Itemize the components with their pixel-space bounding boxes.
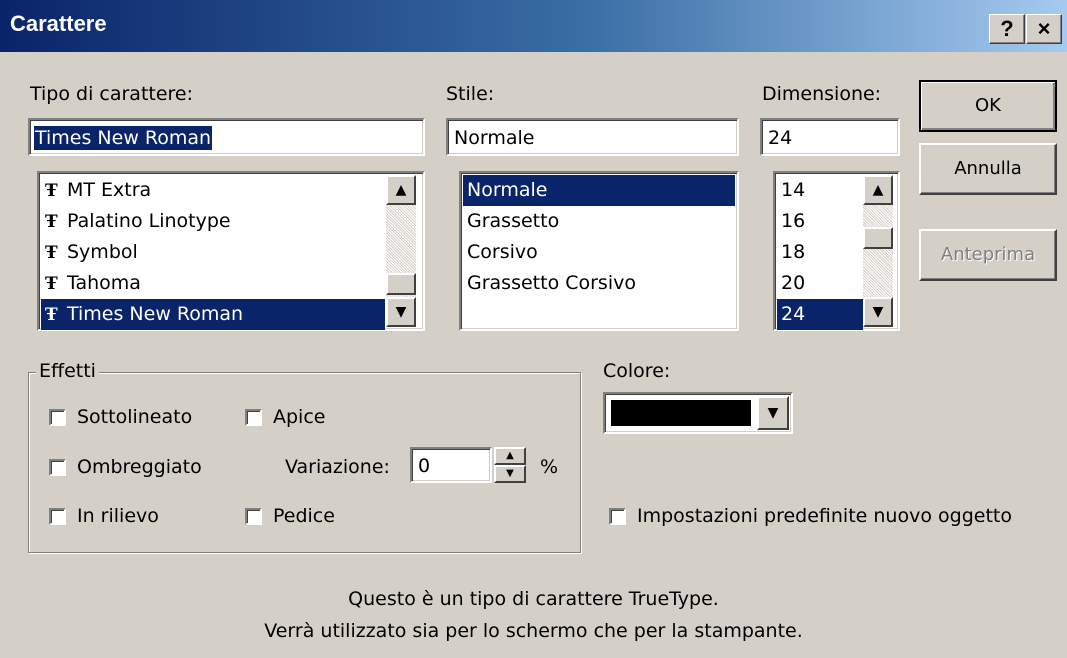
scroll-thumb[interactable] bbox=[386, 273, 416, 295]
underline-checkbox[interactable] bbox=[49, 409, 66, 426]
font-list[interactable]: Ŧ MT Extra Ŧ Palatino Linotype Ŧ Symbol Ŧ Ta… bbox=[37, 171, 425, 331]
style-list-item[interactable]: Grassetto bbox=[463, 206, 735, 237]
info-line-1: Questo è un tipo di carattere TrueType. bbox=[348, 588, 719, 610]
scroll-up-button[interactable]: ▲ bbox=[863, 175, 893, 205]
style-list-item-selected[interactable]: Normale bbox=[463, 175, 735, 206]
font-list-item[interactable]: Ŧ Tahoma bbox=[41, 268, 385, 299]
arrow-up-icon: ▲ bbox=[395, 182, 407, 198]
shadow-checkbox[interactable] bbox=[49, 459, 66, 476]
arrow-down-icon: ▼ bbox=[506, 468, 514, 479]
spin-down-button[interactable]: ▼ bbox=[494, 465, 526, 483]
offset-input[interactable]: 0 bbox=[410, 447, 492, 483]
arrow-up-icon: ▲ bbox=[506, 450, 514, 461]
truetype-icon: Ŧ bbox=[45, 305, 58, 325]
style-label: Stile: bbox=[446, 83, 495, 105]
shadow-label: Ombreggiato bbox=[77, 456, 202, 478]
font-list-item-selected[interactable]: Ŧ Times New Roman bbox=[41, 299, 385, 330]
size-list-item[interactable]: 14 bbox=[777, 175, 863, 206]
offset-label: Variazione: bbox=[285, 456, 390, 478]
default-checkbox[interactable] bbox=[609, 508, 626, 525]
style-list-item[interactable]: Grassetto Corsivo bbox=[463, 268, 735, 299]
font-input-value: Times New Roman bbox=[34, 126, 213, 150]
subscript-checkbox[interactable] bbox=[245, 508, 262, 525]
offset-unit: % bbox=[540, 456, 559, 478]
preview-button[interactable]: Anteprima bbox=[919, 229, 1057, 281]
subscript-label: Pedice bbox=[273, 505, 335, 527]
superscript-checkbox[interactable] bbox=[245, 409, 262, 426]
truetype-icon: Ŧ bbox=[45, 181, 58, 201]
scroll-down-button[interactable]: ▼ bbox=[386, 297, 416, 327]
size-list-item-selected[interactable]: 24 bbox=[777, 299, 863, 330]
underline-label: Sottolineato bbox=[77, 406, 193, 428]
window-title: Carattere bbox=[10, 11, 107, 36]
size-input-value: 24 bbox=[768, 127, 793, 149]
style-input-value: Normale bbox=[454, 127, 535, 149]
font-list-item[interactable]: Ŧ MT Extra bbox=[41, 175, 385, 206]
size-list-item[interactable]: 20 bbox=[777, 268, 863, 299]
cancel-button[interactable]: Annulla bbox=[919, 143, 1057, 195]
color-dropdown[interactable]: ▼ bbox=[603, 392, 793, 434]
default-label: Impostazioni predefinite nuovo oggetto bbox=[637, 505, 1012, 527]
size-list[interactable]: 14 16 18 20 24 ▲ ▼ bbox=[773, 171, 900, 331]
effects-label: Effetti bbox=[36, 360, 99, 382]
truetype-icon: Ŧ bbox=[45, 243, 58, 263]
size-input[interactable]: 24 bbox=[760, 118, 900, 156]
truetype-icon: Ŧ bbox=[45, 274, 58, 294]
color-dropdown-button[interactable]: ▼ bbox=[757, 396, 789, 430]
size-label: Dimensione: bbox=[762, 83, 882, 105]
style-input[interactable]: Normale bbox=[446, 118, 739, 156]
color-label: Colore: bbox=[603, 360, 671, 382]
title-bar[interactable] bbox=[0, 0, 1067, 52]
help-button[interactable]: ? bbox=[989, 14, 1025, 44]
color-swatch bbox=[611, 400, 751, 426]
size-list-item[interactable]: 18 bbox=[777, 237, 863, 268]
scroll-track[interactable] bbox=[863, 205, 893, 297]
offset-spinner[interactable]: ▲ ▼ bbox=[494, 447, 526, 483]
ok-button[interactable]: OK bbox=[919, 80, 1057, 132]
font-label: Tipo di carattere: bbox=[30, 83, 194, 105]
offset-input-value: 0 bbox=[418, 455, 431, 477]
truetype-icon: Ŧ bbox=[45, 212, 58, 232]
font-list-item[interactable]: Ŧ Symbol bbox=[41, 237, 385, 268]
font-input[interactable]: Times New Roman bbox=[28, 118, 425, 156]
scroll-down-button[interactable]: ▼ bbox=[863, 297, 893, 327]
size-list-item[interactable]: 16 bbox=[777, 206, 863, 237]
chevron-down-icon: ▼ bbox=[767, 405, 779, 421]
style-list-item[interactable]: Corsivo bbox=[463, 237, 735, 268]
close-button[interactable]: × bbox=[1026, 14, 1062, 44]
style-list[interactable]: Normale Grassetto Corsivo Grassetto Cors… bbox=[459, 171, 739, 331]
arrow-down-icon: ▼ bbox=[872, 304, 884, 320]
scroll-up-button[interactable]: ▲ bbox=[386, 175, 416, 205]
emboss-label: In rilievo bbox=[77, 505, 159, 527]
emboss-checkbox[interactable] bbox=[49, 508, 66, 525]
arrow-down-icon: ▼ bbox=[395, 304, 407, 320]
info-line-2: Verrà utilizzato sia per lo schermo che … bbox=[264, 620, 803, 642]
scroll-thumb[interactable] bbox=[863, 227, 893, 249]
superscript-label: Apice bbox=[273, 406, 326, 428]
font-list-item[interactable]: Ŧ Palatino Linotype bbox=[41, 206, 385, 237]
arrow-up-icon: ▲ bbox=[872, 182, 884, 198]
spin-up-button[interactable]: ▲ bbox=[494, 447, 526, 465]
